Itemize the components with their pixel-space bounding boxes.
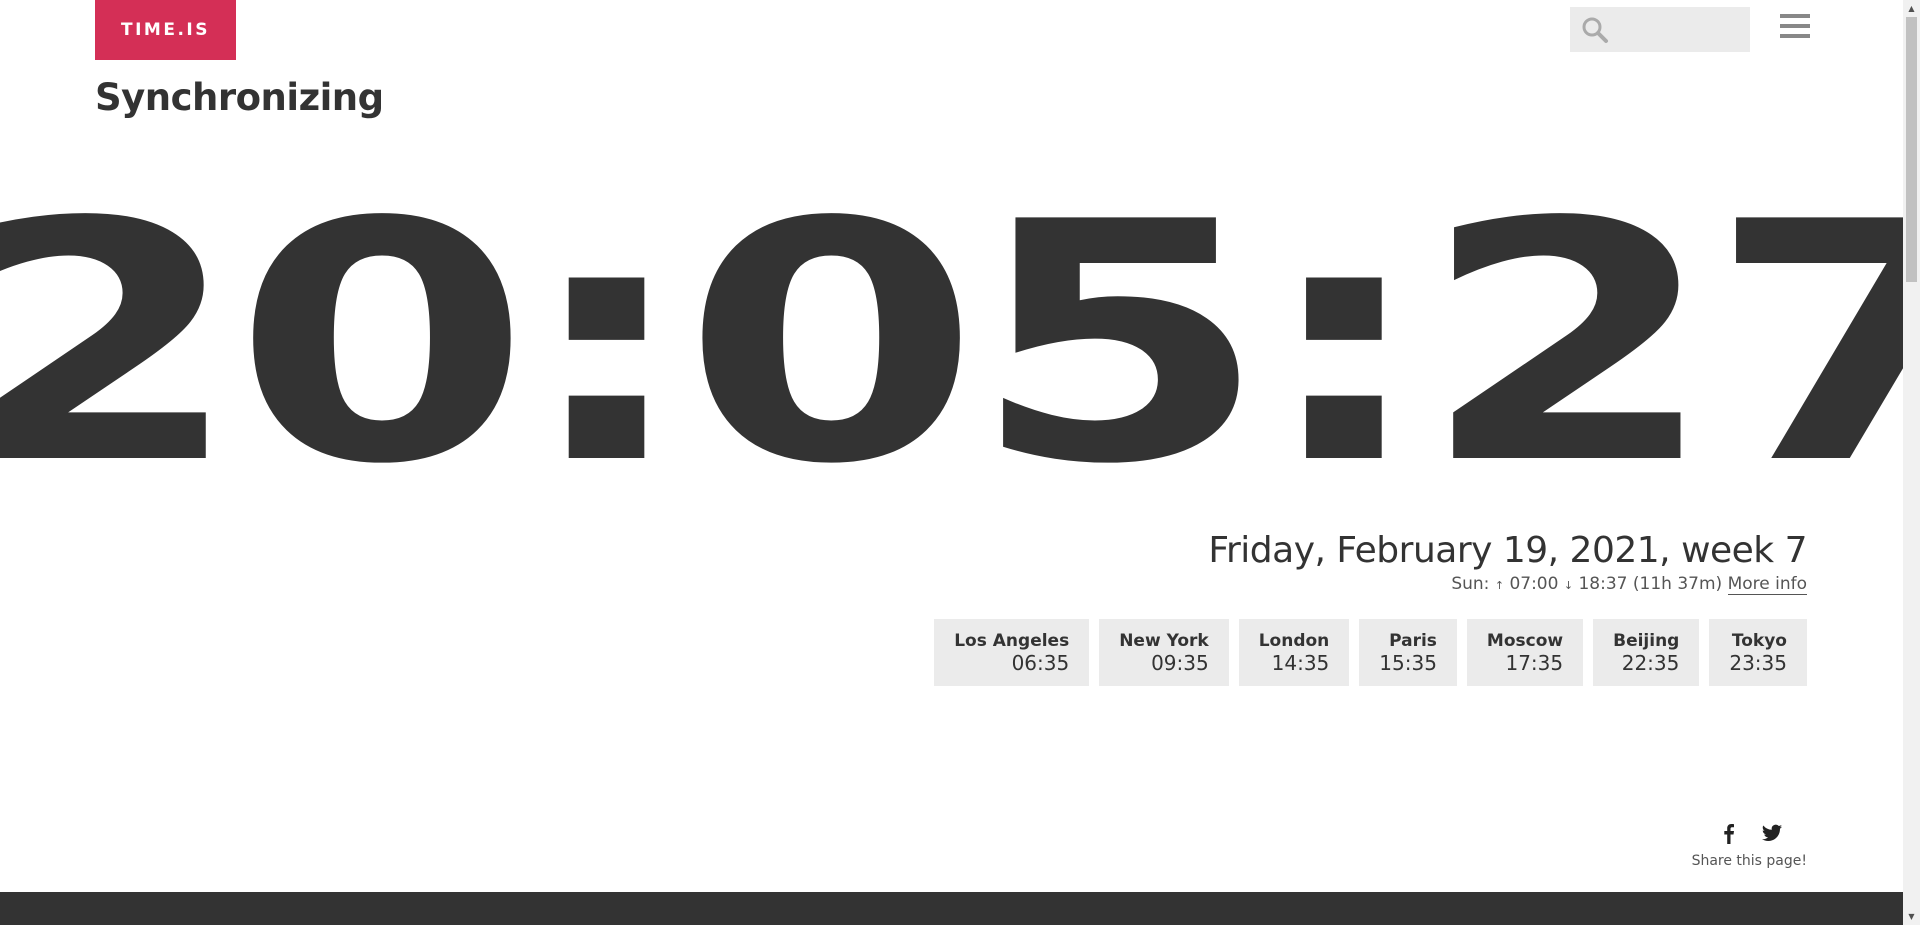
search-box[interactable] xyxy=(1570,7,1750,52)
city-name: Tokyo xyxy=(1731,630,1787,651)
page-title: Synchronizing xyxy=(95,76,384,119)
search-input[interactable] xyxy=(1612,8,1746,51)
city-time: 17:35 xyxy=(1505,650,1564,675)
scroll-down-icon[interactable]: ▼ xyxy=(1903,908,1920,925)
sun-info: Sun: ↑ 07:00 ↓ 18:37 (11h 37m) More info xyxy=(1451,574,1807,595)
city-time: 09:35 xyxy=(1151,650,1209,675)
city-time: 06:35 xyxy=(1011,650,1070,675)
city-time: 15:35 xyxy=(1379,650,1437,675)
city-clock-los-angeles[interactable]: Los Angeles 06:35 xyxy=(934,619,1090,686)
daylight-duration: (11h 37m) xyxy=(1632,574,1723,594)
date-line: Friday, February 19, 2021, week 7 xyxy=(1208,530,1807,571)
city-time: 23:35 xyxy=(1729,650,1787,675)
page-scrollbar[interactable]: ▲ ▼ xyxy=(1903,0,1920,925)
city-name: London xyxy=(1258,630,1330,651)
scrollbar-thumb[interactable] xyxy=(1906,17,1917,282)
sunset-time: 18:37 xyxy=(1578,574,1628,594)
sunrise-arrow-icon: ↑ xyxy=(1494,579,1505,592)
city-name: Beijing xyxy=(1613,630,1680,651)
scroll-up-icon[interactable]: ▲ xyxy=(1903,0,1920,17)
sunrise-time: 07:00 xyxy=(1509,574,1559,594)
city-clock-tokyo[interactable]: Tokyo 23:35 xyxy=(1709,619,1807,686)
sunset-arrow-icon: ↓ xyxy=(1563,579,1574,592)
clock-time: 20:05:27 xyxy=(0,152,1920,536)
sun-prefix: Sun: xyxy=(1451,574,1490,594)
city-name: Moscow xyxy=(1486,630,1564,651)
city-time: 22:35 xyxy=(1621,650,1680,675)
city-clock-new-york[interactable]: New York 09:35 xyxy=(1099,619,1229,686)
facebook-icon[interactable] xyxy=(1719,822,1739,844)
footer-bar xyxy=(0,892,1903,925)
twitter-icon[interactable] xyxy=(1761,822,1783,844)
share-label: Share this page! xyxy=(1691,853,1807,869)
city-clock-london[interactable]: London 14:35 xyxy=(1238,619,1350,686)
site-logo[interactable]: TIME.IS xyxy=(95,0,236,60)
city-clock-moscow[interactable]: Moscow 17:35 xyxy=(1466,619,1584,686)
city-clocks: Los Angeles 06:35 New York 09:35 London … xyxy=(934,619,1807,686)
search-icon[interactable] xyxy=(1578,13,1612,47)
more-info-link[interactable]: More info xyxy=(1727,574,1807,595)
city-time: 14:35 xyxy=(1271,650,1330,675)
city-clock-beijing[interactable]: Beijing 22:35 xyxy=(1593,619,1700,686)
city-name: Los Angeles xyxy=(954,630,1070,651)
share-section: Share this page! xyxy=(1687,822,1807,869)
city-name: Paris xyxy=(1389,630,1437,651)
city-clock-paris[interactable]: Paris 15:35 xyxy=(1359,619,1457,686)
city-name: New York xyxy=(1119,630,1209,651)
menu-icon[interactable] xyxy=(1780,14,1810,44)
